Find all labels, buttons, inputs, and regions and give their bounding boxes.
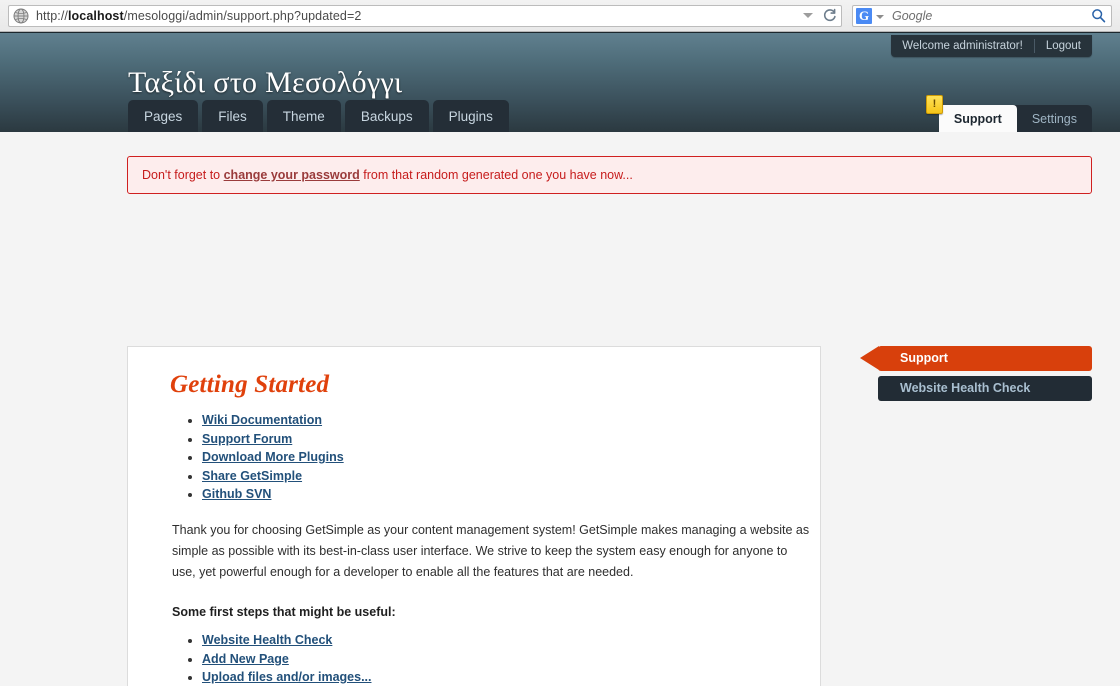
list-item: Website Health Check (202, 633, 798, 648)
site-title: Ταξίδι στο Μεσολόγγι (128, 66, 403, 99)
search-engine-chevron-icon[interactable] (876, 14, 884, 19)
alert-text-after: from that random generated one you have … (359, 168, 633, 182)
search-input[interactable]: Google (884, 9, 1091, 23)
page-body: Don't forget to change your password fro… (0, 132, 1120, 686)
link-upload-files[interactable]: Upload files and/or images... (202, 670, 371, 684)
list-item: Support Forum (202, 432, 798, 447)
address-bar[interactable]: http://localhost/mesologgi/admin/support… (8, 4, 842, 27)
sidebar-item-website-health-check[interactable]: Website Health Check (860, 376, 1092, 401)
url-prefix: http:// (36, 8, 68, 23)
intro-paragraph: Thank you for choosing GetSimple as your… (172, 523, 810, 579)
globe-icon (13, 8, 29, 24)
nav-tab-theme[interactable]: Theme (266, 100, 341, 132)
link-github-svn[interactable]: Github SVN (202, 487, 271, 501)
link-support-forum[interactable]: Support Forum (202, 432, 292, 446)
list-item: Add New Page (202, 652, 798, 667)
nav-tab-pages[interactable]: Pages (128, 100, 199, 132)
url-host: localhost (67, 8, 124, 23)
alert-badge-icon: ! (925, 95, 943, 114)
link-download-more-plugins[interactable]: Download More Plugins (202, 450, 344, 464)
sidebar: Support Website Health Check (860, 346, 1092, 406)
sidebar-item-label: Website Health Check (878, 376, 1092, 401)
main-content-panel: Getting Started Wiki Documentation Suppo… (127, 346, 821, 686)
user-bar: Welcome administrator! Logout (891, 35, 1092, 57)
browser-toolbar: http://localhost/mesologgi/admin/support… (0, 0, 1120, 32)
getting-started-list: Wiki Documentation Support Forum Downloa… (172, 413, 798, 502)
link-website-health-check[interactable]: Website Health Check (202, 633, 332, 647)
nav-tab-files[interactable]: Files (202, 100, 263, 132)
url-path: /mesologgi/admin/support.php?updated=2 (123, 8, 362, 23)
first-steps-list: Website Health Check Add New Page Upload… (172, 633, 798, 686)
change-password-link[interactable]: change your password (224, 168, 360, 182)
main-navigation: Pages Files Theme Backups Plugins (128, 100, 509, 132)
link-wiki-documentation[interactable]: Wiki Documentation (202, 413, 322, 427)
welcome-message: Welcome administrator! (902, 40, 1023, 52)
list-item: Github SVN (202, 487, 798, 502)
logout-link[interactable]: Logout (1035, 35, 1092, 57)
secondary-navigation: ! Support Settings (925, 95, 1092, 132)
search-bar[interactable]: G Google (852, 4, 1112, 27)
nav-tab-support-label: Support (953, 112, 1002, 126)
list-item: Wiki Documentation (202, 413, 798, 428)
link-add-new-page[interactable]: Add New Page (202, 652, 289, 666)
url-text: http://localhost/mesologgi/admin/support… (36, 9, 796, 23)
nav-tab-settings[interactable]: Settings (1017, 105, 1092, 132)
sidebar-item-label: Support (878, 346, 1092, 371)
alert-text-before: Don't forget to (142, 168, 224, 182)
getting-started-heading: Getting Started (170, 371, 330, 398)
site-header: Ταξίδι στο Μεσολόγγι Welcome administrat… (0, 32, 1120, 132)
nav-tab-support[interactable]: ! Support (925, 95, 1017, 132)
list-item: Download More Plugins (202, 450, 798, 465)
google-icon: G (856, 7, 872, 24)
nav-tab-plugins[interactable]: Plugins (432, 100, 509, 132)
search-icon[interactable] (1091, 8, 1106, 23)
list-item: Upload files and/or images... (202, 670, 798, 685)
nav-tab-backups[interactable]: Backups (344, 100, 429, 132)
list-item: Share GetSimple (202, 469, 798, 484)
password-alert: Don't forget to change your password fro… (127, 156, 1092, 194)
link-share-getsimple[interactable]: Share GetSimple (202, 469, 302, 483)
reload-icon[interactable] (822, 8, 837, 23)
sidebar-item-support[interactable]: Support (860, 346, 1092, 371)
active-pointer-icon (860, 346, 879, 370)
first-steps-heading: Some first steps that might be useful: (172, 605, 396, 619)
chevron-down-icon[interactable] (803, 13, 813, 18)
